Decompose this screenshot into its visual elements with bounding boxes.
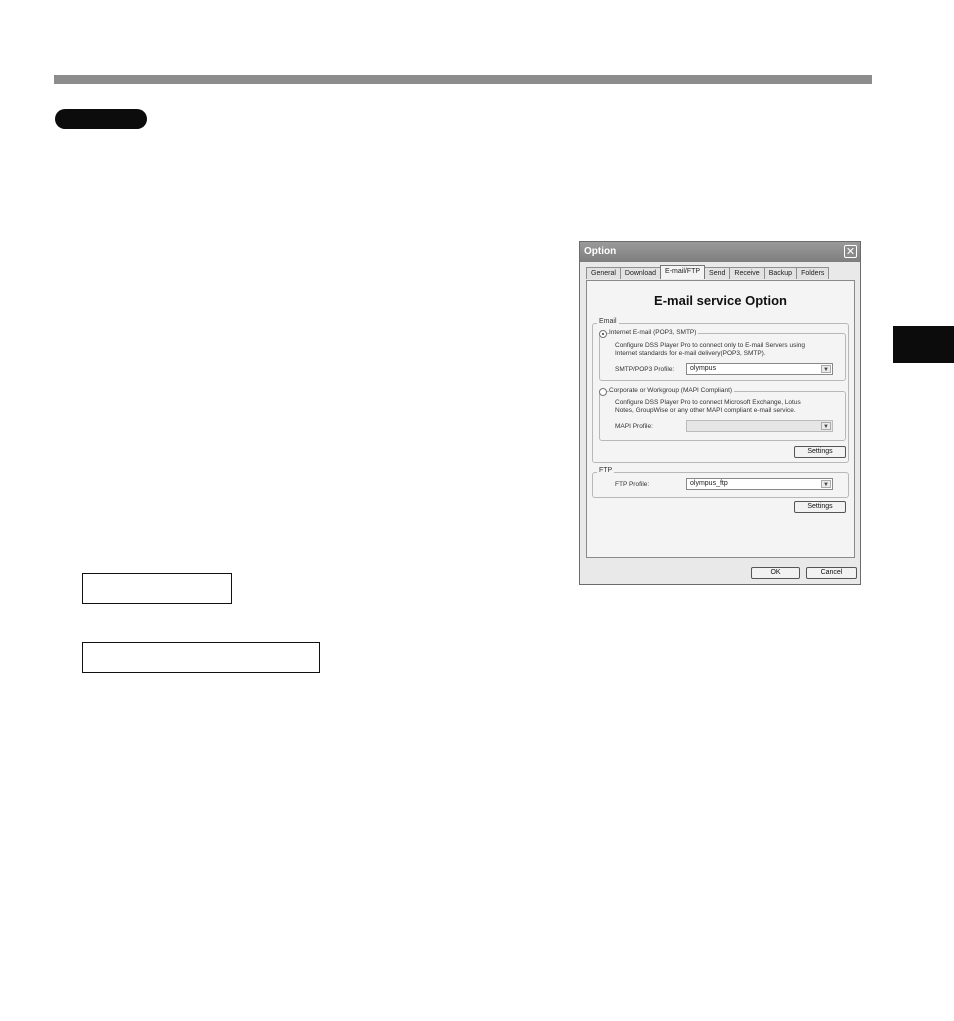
internet-email-label[interactable]: Internet E-mail (POP3, SMTP) — [609, 329, 699, 337]
ok-button[interactable]: OK — [751, 567, 800, 579]
ftp-profile-value: olympus_ftp — [690, 480, 728, 487]
chapter-tab — [893, 326, 954, 363]
tab-general[interactable]: General — [586, 267, 621, 279]
mapi-profile-label: MAPI Profile: — [615, 423, 653, 430]
tab-backup[interactable]: Backup — [763, 267, 798, 279]
ftp-settings-button[interactable]: Settings — [794, 501, 846, 513]
ftp-group-label: FTP — [597, 467, 615, 474]
label-box-2 — [82, 642, 320, 673]
chevron-down-icon[interactable]: ▼ — [821, 422, 831, 430]
email-group-label: Email — [597, 318, 619, 325]
corporate-description-2: Notes, GroupWise or any other MAPI compl… — [615, 407, 796, 414]
panel-title: E-mail service Option — [654, 293, 787, 308]
corporate-label[interactable]: Corporate or Workgroup (MAPI Compliant) — [609, 387, 735, 395]
label-box-1 — [82, 573, 232, 604]
internet-email-description-2: Internet standards for e-mail delivery(P… — [615, 350, 766, 357]
tab-folders[interactable]: Folders — [796, 267, 830, 279]
smtp-pop3-profile-select[interactable]: olympus ▼ — [686, 363, 833, 375]
tab-panel: E-mail service Option Email Internet E-m… — [586, 280, 855, 558]
corporate-radio[interactable] — [599, 388, 607, 396]
email-settings-button[interactable]: Settings — [794, 446, 846, 458]
top-rule — [54, 75, 872, 84]
title-bar: Option ✕ — [580, 242, 860, 262]
chevron-down-icon[interactable]: ▼ — [821, 365, 831, 373]
tab-receive[interactable]: Receive — [729, 267, 765, 279]
close-icon[interactable]: ✕ — [844, 245, 857, 258]
option-dialog: Option ✕ General Download E-mail/FTP Sen… — [579, 241, 861, 585]
corporate-description-1: Configure DSS Player Pro to connect Micr… — [615, 399, 801, 406]
internet-email-radio[interactable] — [599, 330, 607, 338]
ftp-profile-select[interactable]: olympus_ftp ▼ — [686, 478, 833, 490]
section-pill — [55, 109, 147, 129]
tab-strip: General Download E-mail/FTP Send Receive… — [586, 265, 830, 281]
cancel-button[interactable]: Cancel — [806, 567, 857, 579]
mapi-profile-select[interactable]: ▼ — [686, 420, 833, 432]
ftp-profile-label: FTP Profile: — [615, 481, 650, 488]
tab-download[interactable]: Download — [619, 267, 662, 279]
internet-email-description-1: Configure DSS Player Pro to connect only… — [615, 342, 806, 349]
tab-email-ftp[interactable]: E-mail/FTP — [660, 265, 706, 279]
chevron-down-icon[interactable]: ▼ — [821, 480, 831, 488]
dialog-title: Option — [584, 246, 617, 257]
smtp-pop3-profile-label: SMTP/POP3 Profile: — [615, 366, 675, 373]
tab-send[interactable]: Send — [704, 267, 731, 279]
smtp-pop3-profile-value: olympus — [690, 365, 717, 372]
